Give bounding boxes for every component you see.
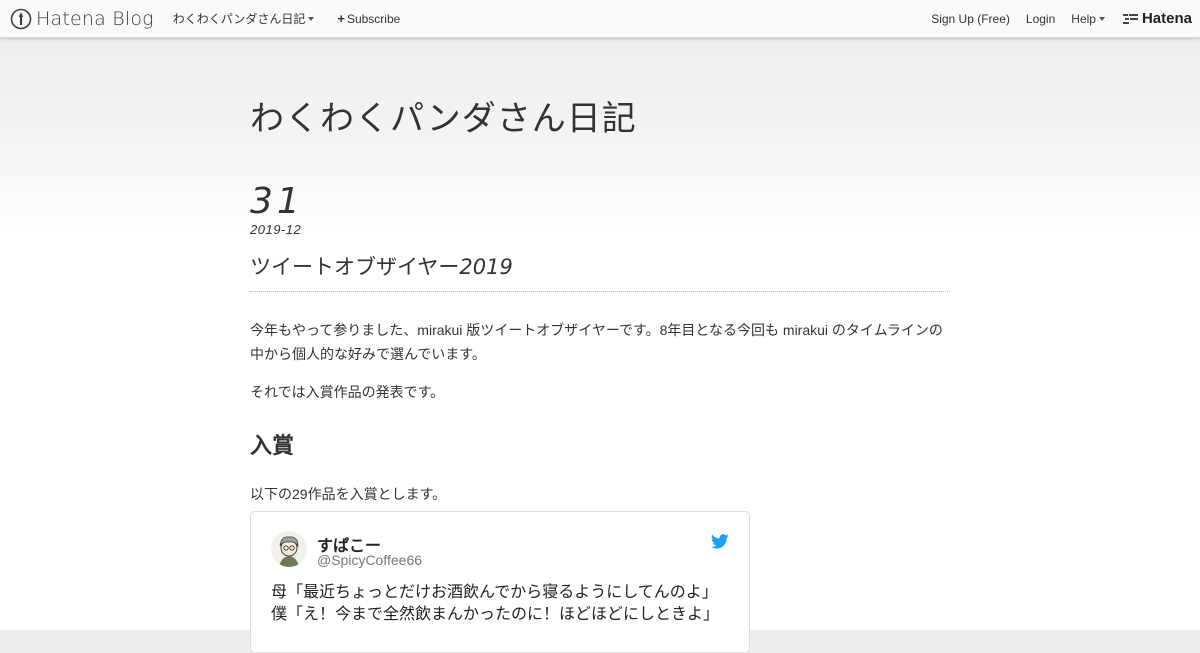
blog-menu-label: わくわくパンダさん日記 <box>172 12 306 26</box>
help-dropdown[interactable]: Help <box>1071 12 1105 26</box>
announcement-paragraph: それでは入賞作品の発表です。 <box>250 384 445 400</box>
entry-date[interactable]: 31 2019-12 <box>250 181 950 238</box>
blog-menu-dropdown[interactable]: わくわくパンダさん日記 <box>173 10 315 27</box>
user-nav: Sign Up (Free) Login Help Hatena <box>915 10 1192 27</box>
chevron-down-icon <box>1098 16 1105 21</box>
plus-icon: + <box>337 11 345 26</box>
entry-title-text: ツイートオブザイヤー <box>250 256 460 279</box>
login-link[interactable]: Login <box>1026 12 1055 26</box>
blog-title[interactable]: わくわくパンダさん日記 <box>250 102 950 136</box>
tweet-author-handle[interactable]: @SpicyCoffee66 <box>317 552 422 568</box>
chevron-down-icon <box>308 16 315 21</box>
avatar[interactable] <box>271 531 307 567</box>
hatena-blog-icon <box>10 8 32 29</box>
subscribe-button[interactable]: + Subscribe <box>337 11 400 26</box>
embedded-tweet[interactable]: すぱこー @SpicyCoffee66 母「最近ちょっとだけお酒飲んでから寝るよ… <box>250 511 750 653</box>
hatena-logo-text: Hatena <box>1141 10 1192 27</box>
section-heading: 入賞 <box>250 433 295 458</box>
twitter-bird-icon[interactable] <box>710 534 729 554</box>
help-label: Help <box>1071 11 1096 26</box>
hatena-blog-logo[interactable]: Hatena Blog <box>10 8 154 30</box>
hatena-mark-icon <box>1122 13 1138 24</box>
tweet-text: 母「最近ちょっとだけお酒飲んでから寝るようにしてんのよ」 僕「え！今まで全然飲ま… <box>271 584 720 623</box>
intro-paragraph: 今年もやって参りました、mirakui 版ツイートオブザイヤーです。8年目となる… <box>250 322 943 362</box>
global-header: Hatena Blog わくわくパンダさん日記 + Subscribe Sign… <box>0 0 1200 38</box>
hatena-logo[interactable]: Hatena <box>1122 10 1192 27</box>
entry-title-year: 2019 <box>459 255 513 279</box>
date-year-month: 2019-12 <box>250 222 302 237</box>
signup-link[interactable]: Sign Up (Free) <box>931 12 1010 26</box>
signup-label: Sign Up (Free) <box>931 11 1010 26</box>
login-label: Login <box>1025 11 1056 26</box>
entry-title[interactable]: ツイートオブザイヤー2019 <box>250 251 950 292</box>
main-content: わくわくパンダさん日記 31 2019-12 ツイートオブザイヤー2019 今年… <box>250 37 950 506</box>
twitter-bird-svg <box>710 534 729 549</box>
avatar-illustration <box>271 531 307 567</box>
date-day: 31 <box>250 181 304 222</box>
section-paragraph: 以下の29作品を入賞とします。 <box>250 486 447 502</box>
brand-text: Hatena Blog <box>36 7 154 30</box>
subscribe-label: Subscribe <box>346 11 401 26</box>
